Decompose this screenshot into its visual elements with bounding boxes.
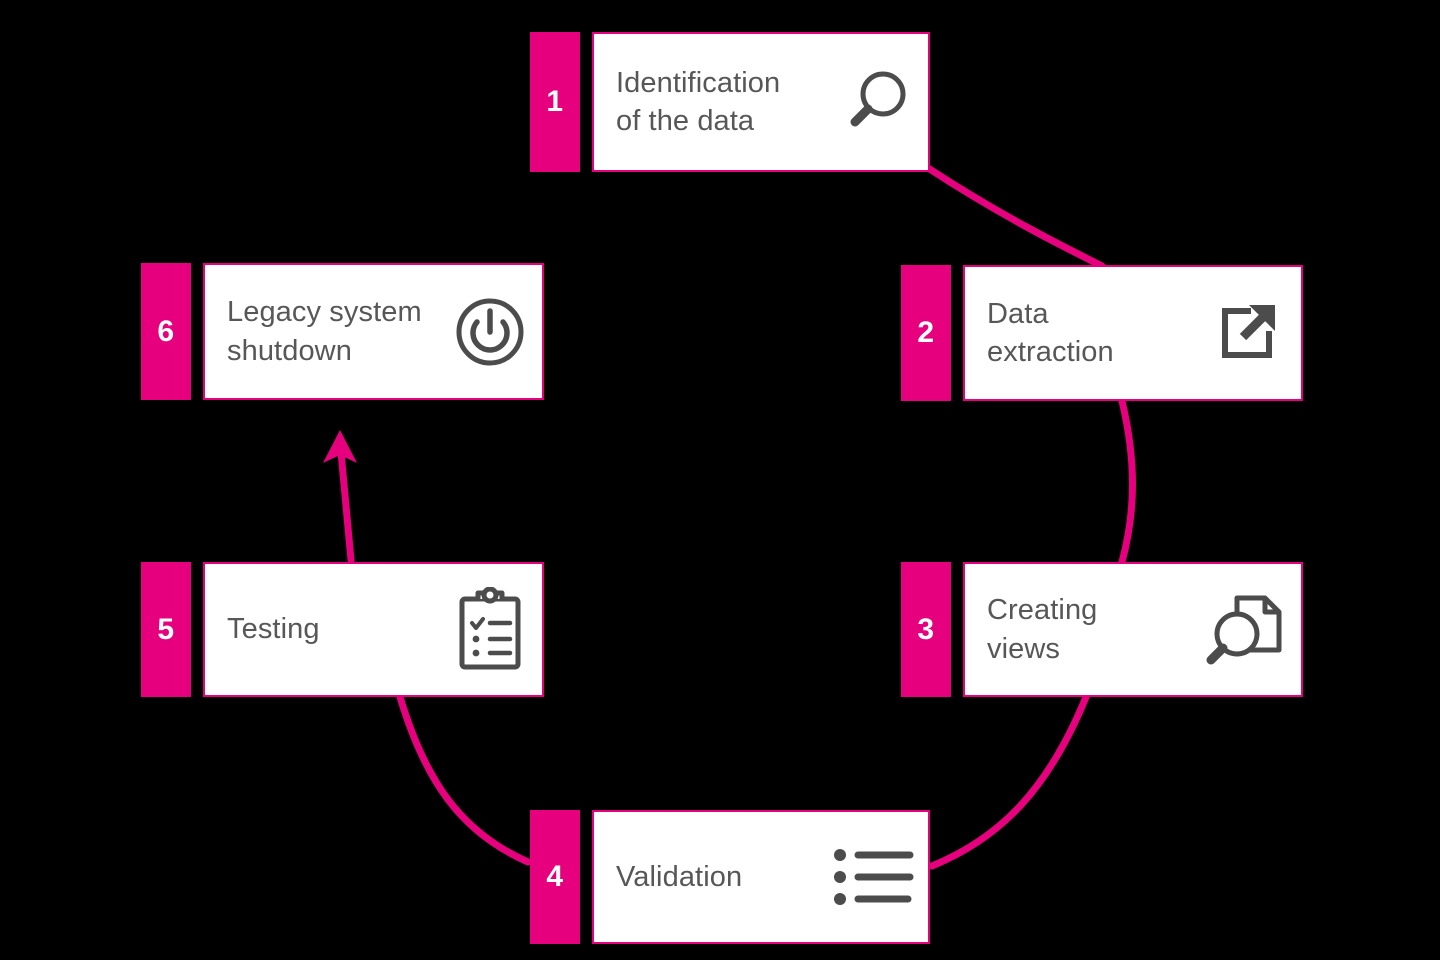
step-node-1[interactable]: 1 Identification of the data <box>530 32 930 172</box>
step-number-3: 3 <box>901 562 951 697</box>
step-label-2: Data extraction <box>987 297 1114 368</box>
step-number-2: 2 <box>901 265 951 401</box>
connector-2-to-3 <box>1118 397 1136 566</box>
step-box-3[interactable]: Creating views <box>963 562 1303 697</box>
step-node-6[interactable]: 6 Legacy system shutdown <box>141 263 544 400</box>
step-label-4: Validation <box>616 860 743 893</box>
step-box-5[interactable]: Testing <box>203 562 544 697</box>
step-label-6: Legacy system shutdown <box>227 296 422 367</box>
step-box-2[interactable]: Data extraction <box>963 265 1303 401</box>
connector-4-to-5 <box>396 693 532 866</box>
step-number-1: 1 <box>530 32 580 172</box>
connector-5-to-6 <box>337 448 355 564</box>
step-label-3: Creating views <box>987 594 1098 665</box>
external-link-icon <box>1211 295 1287 371</box>
connector-3-to-4 <box>928 693 1090 870</box>
power-icon <box>452 294 528 370</box>
diagram-canvas: 1 Identification of the data 2 Data extr… <box>0 0 1440 960</box>
step-number-5: 5 <box>141 562 191 697</box>
step-gap <box>951 265 963 401</box>
connector-1-to-2 <box>924 164 1106 270</box>
bullet-list-icon <box>830 841 914 913</box>
step-node-3[interactable]: 3 Creating views <box>901 562 1303 697</box>
step-gap <box>191 562 203 697</box>
step-gap <box>951 562 963 697</box>
step-node-4[interactable]: 4 Validation <box>530 810 930 944</box>
document-search-icon <box>1199 588 1287 672</box>
step-gap <box>580 810 592 944</box>
step-label-1: Identification of the data <box>616 66 781 137</box>
clipboard-checklist-icon <box>452 586 528 673</box>
connector-5-to-6-arrowhead <box>323 430 357 463</box>
step-node-5[interactable]: 5 Testing <box>141 562 544 697</box>
step-box-4[interactable]: Validation <box>592 810 930 944</box>
step-number-4: 4 <box>530 810 580 944</box>
step-node-2[interactable]: 2 Data extraction <box>901 265 1303 401</box>
magnifier-icon <box>838 64 914 140</box>
step-gap <box>580 32 592 172</box>
step-box-6[interactable]: Legacy system shutdown <box>203 263 544 400</box>
step-gap <box>191 263 203 400</box>
step-label-5: Testing <box>227 613 320 646</box>
step-box-1[interactable]: Identification of the data <box>592 32 930 172</box>
step-number-6: 6 <box>141 263 191 400</box>
